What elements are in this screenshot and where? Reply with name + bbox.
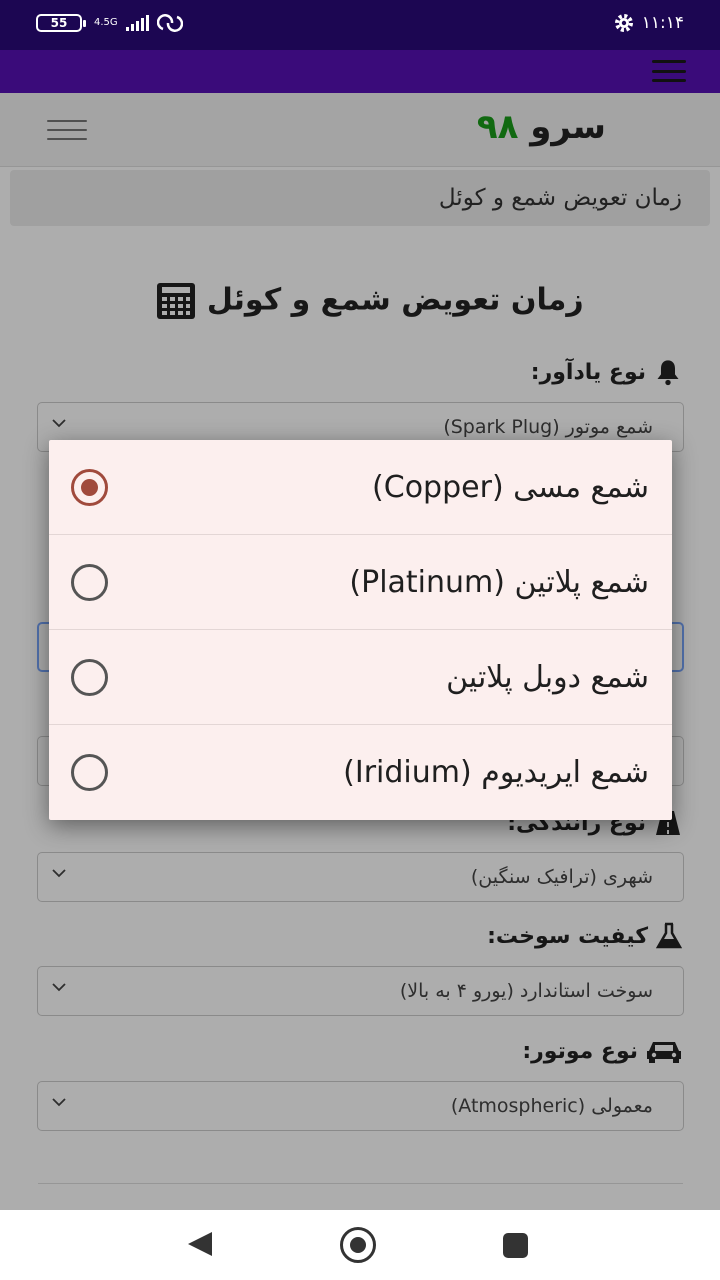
back-icon[interactable] <box>188 1232 212 1256</box>
status-bar: 55 4.5G ۱۱:۱۴ <box>0 0 720 50</box>
system-nav-bar <box>0 1210 720 1280</box>
menu-icon[interactable] <box>652 60 686 82</box>
app-bar <box>0 50 720 93</box>
settings-icon <box>614 14 633 32</box>
option-double-platinum[interactable]: شمع دوبل پلاتین <box>49 630 672 725</box>
option-label: شمع دوبل پلاتین <box>446 660 649 695</box>
radio-icon[interactable] <box>71 754 108 791</box>
option-platinum[interactable]: شمع پلاتین (Platinum) <box>49 535 672 630</box>
radio-icon[interactable] <box>71 659 108 696</box>
recents-icon[interactable] <box>503 1233 528 1258</box>
option-iridium[interactable]: شمع ایریدیوم (Iridium) <box>49 725 672 820</box>
clock: ۱۱:۱۴ <box>641 13 684 33</box>
spark-plug-options-dialog: شمع مسی (Copper) شمع پلاتین (Platinum) ش… <box>49 440 672 820</box>
status-left: 55 4.5G <box>36 14 183 32</box>
option-label: شمع ایریدیوم (Iridium) <box>343 755 649 790</box>
signal-icon <box>125 15 149 31</box>
radio-selected-icon[interactable] <box>71 469 108 506</box>
option-label: شمع مسی (Copper) <box>372 470 649 505</box>
status-right: ۱۱:۱۴ <box>614 13 684 33</box>
hotspot-icon <box>156 14 183 32</box>
radio-icon[interactable] <box>71 564 108 601</box>
network-type: 4.5G <box>94 17 118 28</box>
battery-icon: 55 <box>36 14 86 32</box>
home-icon[interactable] <box>340 1227 376 1263</box>
option-label: شمع پلاتین (Platinum) <box>349 565 649 600</box>
option-copper[interactable]: شمع مسی (Copper) <box>49 440 672 535</box>
